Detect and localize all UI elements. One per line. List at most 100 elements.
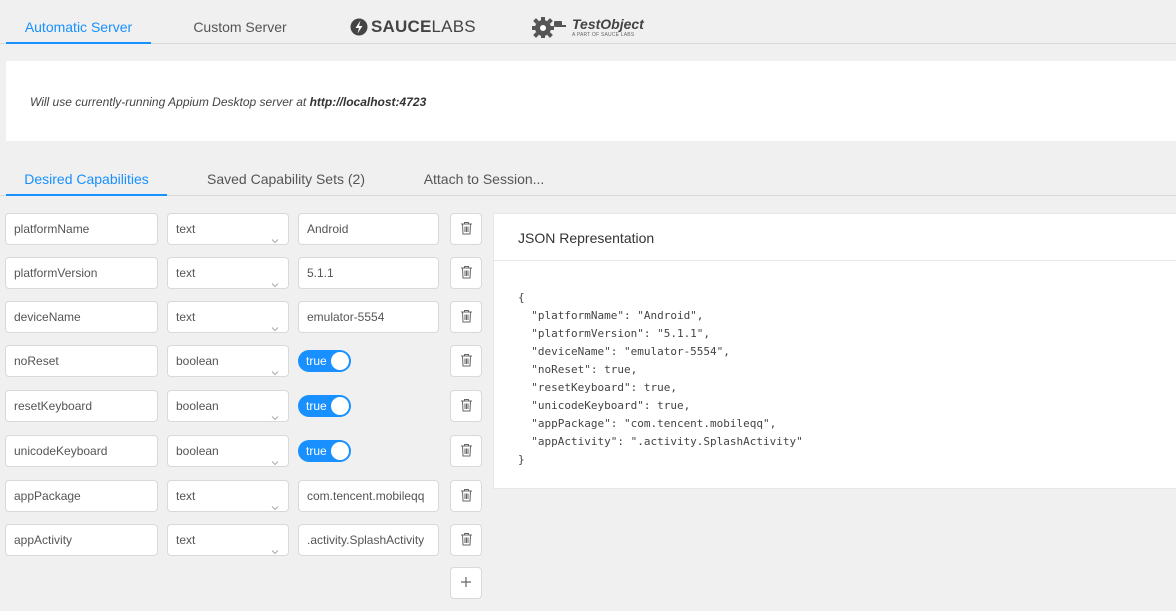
capability-type-select[interactable]: text xyxy=(167,480,289,512)
json-representation-card: JSON Representation { "platformName": "A… xyxy=(493,213,1176,489)
toggle-label: true xyxy=(306,444,327,458)
delete-capability-button[interactable] xyxy=(450,390,482,422)
capability-row: resetKeyboard boolean true xyxy=(0,390,490,422)
json-line: "deviceName": "emulator-5554", xyxy=(518,345,730,358)
toggle-knob xyxy=(331,352,349,370)
capability-row: platformName text Android xyxy=(0,213,490,245)
tab-testobject[interactable]: TestObject A PART OF SAUCE LABS xyxy=(530,14,644,40)
json-line: "platformVersion": "5.1.1", xyxy=(518,327,711,340)
capability-value-input[interactable]: 5.1.1 xyxy=(298,257,439,289)
capability-row: deviceName text emulator-5554 xyxy=(0,301,490,333)
saucelabs-logo-text: SAUCELABS xyxy=(371,17,476,36)
capability-name-input[interactable]: platformName xyxy=(5,213,158,245)
chevron-down-icon xyxy=(271,225,279,244)
trash-icon xyxy=(460,398,473,415)
capability-row: appPackage text com.tencent.mobileqq xyxy=(0,480,490,512)
trash-icon xyxy=(460,309,473,326)
capability-row: appActivity text .activity.SplashActivity xyxy=(0,524,490,556)
trash-icon xyxy=(460,353,473,370)
trash-icon xyxy=(460,221,473,238)
delete-capability-button[interactable] xyxy=(450,301,482,333)
plus-icon xyxy=(460,576,472,591)
json-line: "appActivity": ".activity.SplashActivity… xyxy=(518,435,803,448)
delete-capability-button[interactable] xyxy=(450,257,482,289)
delete-capability-button[interactable] xyxy=(450,524,482,556)
capability-row: platformVersion text 5.1.1 xyxy=(0,257,490,289)
capability-row: unicodeKeyboard boolean true xyxy=(0,435,490,467)
json-line: "appPackage": "com.tencent.mobileqq", xyxy=(518,417,777,430)
capability-type-select[interactable]: text xyxy=(167,213,289,245)
capability-type-select[interactable]: boolean xyxy=(167,390,289,422)
tab-desired-capabilities[interactable]: Desired Capabilities xyxy=(6,160,167,196)
capability-value-toggle[interactable]: true xyxy=(298,395,351,417)
capability-name-input[interactable]: resetKeyboard xyxy=(5,390,158,422)
chevron-down-icon xyxy=(271,402,279,421)
capability-value-input[interactable]: Android xyxy=(298,213,439,245)
json-line: "resetKeyboard": true, xyxy=(518,381,677,394)
delete-capability-button[interactable] xyxy=(450,480,482,512)
capability-name-input[interactable]: unicodeKeyboard xyxy=(5,435,158,467)
chevron-down-icon xyxy=(271,269,279,288)
capability-tabs: Desired Capabilities Saved Capability Se… xyxy=(0,160,1176,196)
delete-capability-button[interactable] xyxy=(450,435,482,467)
capability-type-select[interactable]: boolean xyxy=(167,435,289,467)
trash-icon xyxy=(460,532,473,549)
capability-row: noReset boolean true xyxy=(0,345,490,377)
chevron-down-icon xyxy=(271,492,279,511)
capability-name-input[interactable]: noReset xyxy=(5,345,158,377)
json-line: "platformName": "Android", xyxy=(518,309,704,322)
chevron-down-icon xyxy=(271,536,279,555)
json-panel-title: JSON Representation xyxy=(494,214,1176,261)
capability-type-value: text xyxy=(176,533,196,547)
capability-value-input[interactable]: emulator-5554 xyxy=(298,301,439,333)
server-tabs: Automatic Server Custom Server SAUCELABS xyxy=(0,0,1176,44)
trash-icon xyxy=(460,443,473,460)
trash-icon xyxy=(460,488,473,505)
tab-saved-capability-sets[interactable]: Saved Capability Sets (2) xyxy=(196,160,376,196)
toggle-knob xyxy=(331,442,349,460)
json-code: { "platformName": "Android", "platformVe… xyxy=(518,289,803,469)
capability-type-value: text xyxy=(176,266,196,280)
capability-name-input[interactable]: appPackage xyxy=(5,480,158,512)
capability-value-toggle[interactable]: true xyxy=(298,350,351,372)
capability-name-input[interactable]: platformVersion xyxy=(5,257,158,289)
capability-name-input[interactable]: deviceName xyxy=(5,301,158,333)
capability-type-value: text xyxy=(176,489,196,503)
capability-type-select[interactable]: text xyxy=(167,524,289,556)
capability-type-value: boolean xyxy=(176,399,219,413)
capability-type-value: text xyxy=(176,222,196,236)
tab-attach-to-session[interactable]: Attach to Session... xyxy=(410,160,558,196)
add-capability-button[interactable] xyxy=(450,567,482,599)
testobject-logo-text: TestObject A PART OF SAUCE LABS xyxy=(572,15,644,38)
json-line: "noReset": true, xyxy=(518,363,638,376)
delete-capability-button[interactable] xyxy=(450,213,482,245)
toggle-knob xyxy=(331,397,349,415)
capability-type-select[interactable]: boolean xyxy=(167,345,289,377)
tab-automatic-server[interactable]: Automatic Server xyxy=(6,0,151,44)
json-line: { xyxy=(518,291,525,304)
json-line: } xyxy=(518,453,525,466)
capability-type-value: text xyxy=(176,310,196,324)
json-line: "unicodeKeyboard": true, xyxy=(518,399,691,412)
saucelabs-logo-icon xyxy=(350,18,368,36)
capability-type-select[interactable]: text xyxy=(167,257,289,289)
toggle-label: true xyxy=(306,354,327,368)
toggle-label: true xyxy=(306,399,327,413)
capability-type-select[interactable]: text xyxy=(167,301,289,333)
tab-saucelabs[interactable]: SAUCELABS xyxy=(350,14,476,40)
trash-icon xyxy=(460,265,473,282)
chevron-down-icon xyxy=(271,357,279,376)
capability-type-value: boolean xyxy=(176,444,219,458)
delete-capability-button[interactable] xyxy=(450,345,482,377)
gear-robot-logo-icon xyxy=(530,15,568,39)
server-info-card: Will use currently-running Appium Deskto… xyxy=(6,61,1176,141)
tab-custom-server[interactable]: Custom Server xyxy=(170,0,310,44)
capability-name-input[interactable]: appActivity xyxy=(5,524,158,556)
capability-value-input[interactable]: com.tencent.mobileqq xyxy=(298,480,439,512)
chevron-down-icon xyxy=(271,313,279,332)
capability-value-toggle[interactable]: true xyxy=(298,440,351,462)
chevron-down-icon xyxy=(271,447,279,466)
capability-value-input[interactable]: .activity.SplashActivity xyxy=(298,524,439,556)
server-message: Will use currently-running Appium Deskto… xyxy=(30,95,427,109)
capability-type-value: boolean xyxy=(176,354,219,368)
